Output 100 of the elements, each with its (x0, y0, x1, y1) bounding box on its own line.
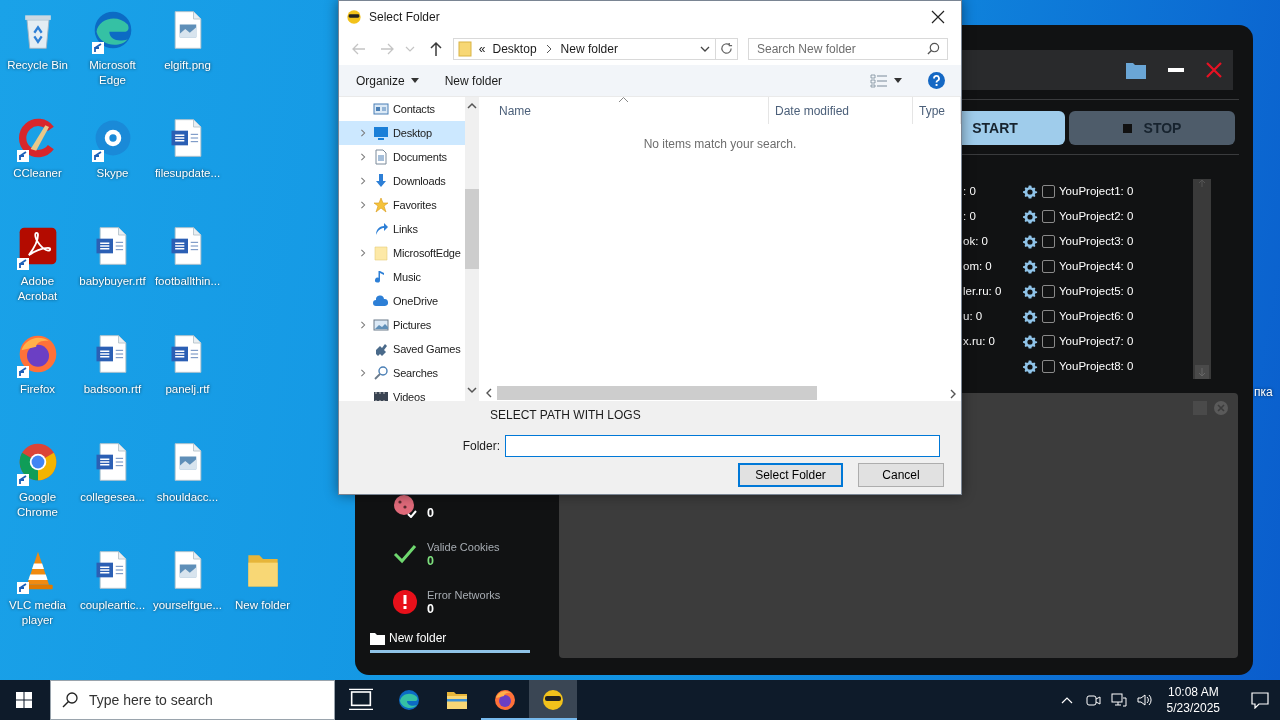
checkbox[interactable] (1042, 260, 1055, 273)
tree-item[interactable]: Music (339, 265, 465, 289)
camera-icon (1084, 692, 1101, 708)
film-icon (373, 389, 389, 401)
tree-item[interactable]: Downloads (339, 169, 465, 193)
task-view-icon (349, 688, 373, 712)
sort-icon (619, 97, 628, 102)
checkbox[interactable] (1042, 235, 1055, 248)
notification-icon (1251, 691, 1269, 709)
breadcrumb[interactable]: Desktop (492, 39, 537, 58)
expand-icon (359, 152, 367, 162)
counter-label: ok: 0 (963, 233, 988, 249)
tree-item[interactable]: Pictures (339, 313, 465, 337)
scrollbar[interactable] (1193, 179, 1211, 379)
chevron-up-icon (1060, 696, 1073, 704)
checkbox[interactable] (1042, 210, 1055, 223)
folder-icon (1126, 61, 1146, 79)
monitor-icon (373, 125, 389, 141)
counter-label: : 0 (963, 208, 976, 224)
folder-label: Folder: (462, 439, 500, 453)
tree-item[interactable]: Saved Games (339, 337, 465, 361)
tree-item[interactable]: Favorites (339, 193, 465, 217)
stat-label: Valide Cookies (427, 539, 500, 554)
error-icon (393, 590, 417, 614)
help-icon (928, 72, 945, 89)
column-header[interactable]: Date modified (769, 97, 913, 124)
organize-button[interactable]: Organize (350, 69, 425, 92)
search-field[interactable]: Type here to search (50, 680, 335, 720)
stat-value: 0 (427, 601, 435, 617)
stop-icon (1122, 123, 1132, 133)
list-view-icon (870, 73, 888, 88)
project-label: YouProject1: 0 (1059, 183, 1134, 199)
search-field[interactable]: Search New folder (748, 37, 948, 60)
expand-icon (359, 368, 367, 378)
counter-label: u: 0 (963, 308, 983, 324)
overflow-crumb[interactable]: « (478, 39, 486, 58)
cancel-button[interactable]: Cancel (858, 463, 944, 487)
tree-item[interactable]: Searches (339, 361, 465, 385)
volume-icon (1136, 692, 1153, 708)
clock[interactable]: 10:08 AM 5/23/2025 (1166, 684, 1220, 716)
tree-item[interactable]: Links (339, 217, 465, 241)
folder-field[interactable] (505, 435, 940, 457)
project-label: YouProject3: 0 (1059, 233, 1134, 249)
document-icon (373, 149, 389, 165)
stat-value: 0 (427, 553, 435, 569)
star-icon (373, 197, 389, 213)
search-icon (927, 41, 940, 55)
counter-label: x.ru: 0 (963, 333, 995, 349)
minimize-icon (1168, 68, 1184, 72)
checkbox[interactable] (1042, 335, 1055, 348)
checkbox[interactable] (1042, 310, 1055, 323)
close-icon (1214, 401, 1228, 415)
breadcrumb[interactable]: New folder (560, 39, 618, 58)
new-folder-button[interactable]: New folder (438, 69, 509, 92)
tree-item[interactable]: Desktop (339, 121, 465, 145)
app-logo-icon (541, 688, 565, 712)
tree-item[interactable]: MicrosoftEdge (339, 241, 465, 265)
scrollbar[interactable] (485, 385, 961, 401)
project-label: YouProject5: 0 (1059, 283, 1134, 299)
address-bar[interactable]: « Desktop New folder (452, 37, 738, 60)
expand-icon (359, 128, 367, 138)
network-icon (1110, 692, 1127, 708)
column-header[interactable]: Name (493, 97, 769, 124)
project-label: YouProject4: 0 (1059, 258, 1134, 274)
checkbox[interactable] (1042, 360, 1055, 373)
browser-logo-icon (493, 688, 517, 712)
settings-icon (1022, 258, 1038, 275)
settings-icon (1022, 233, 1038, 250)
tree-item[interactable]: OneDrive (339, 289, 465, 313)
close-icon (1206, 62, 1222, 78)
folder-icon (457, 40, 472, 57)
scrollbar[interactable] (464, 97, 479, 401)
search-icon (373, 365, 389, 381)
folder-icon (373, 245, 389, 261)
desktop-icon-label: пка (1254, 384, 1273, 401)
counter-label: om: 0 (963, 258, 992, 274)
scroll-down-icon (1195, 365, 1209, 379)
tree-item[interactable]: Documents (339, 145, 465, 169)
expand-icon (359, 320, 367, 330)
scroll-up-icon (1198, 179, 1206, 187)
caret-icon (410, 78, 419, 83)
checkbox[interactable] (1042, 285, 1055, 298)
expand-icon (359, 176, 367, 186)
taskbar-app[interactable] (529, 680, 577, 720)
game-piece-icon (373, 341, 389, 357)
stat-value: 0 (427, 505, 434, 521)
select-folder-button[interactable]: Select Folder (738, 463, 843, 487)
column-header[interactable]: Type (913, 97, 961, 124)
tree-item[interactable]: Videos (339, 385, 465, 401)
scroll-up-icon (466, 101, 477, 111)
tree-item[interactable]: Contacts (339, 97, 465, 121)
scroll-down-icon (466, 385, 477, 395)
project-label: YouProject8: 0 (1059, 358, 1134, 374)
tab[interactable]: New folder (370, 626, 530, 653)
settings-icon (1022, 283, 1038, 300)
settings-icon (1022, 308, 1038, 325)
window-title: Select Folder (369, 9, 440, 24)
wave-logo-icon (397, 688, 421, 712)
checkbox[interactable] (1042, 185, 1055, 198)
checkmark-icon (393, 542, 417, 566)
